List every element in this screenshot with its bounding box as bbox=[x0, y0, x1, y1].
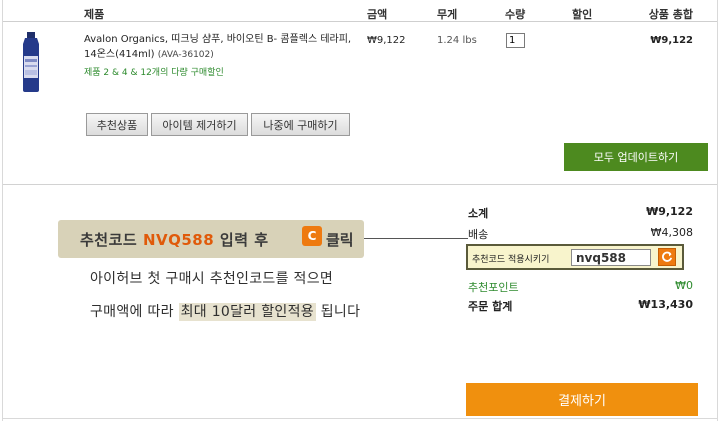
shampoo-bottle-icon[interactable] bbox=[20, 32, 42, 92]
remove-item-button[interactable]: 아이템 제거하기 bbox=[151, 113, 248, 136]
subtotal-label: 소계 bbox=[468, 207, 489, 220]
refresh-icon[interactable] bbox=[658, 248, 676, 266]
banner-highlight: 최대 10달러 할인적용 bbox=[178, 303, 316, 321]
order-total-value: ₩13,430 bbox=[638, 298, 693, 311]
save-for-later-button[interactable]: 나중에 구매하기 bbox=[251, 113, 350, 136]
checkout-button[interactable]: 결제하기 bbox=[466, 383, 698, 416]
frame-right-border bbox=[717, 0, 718, 421]
header-item-total: 상품 총합 bbox=[648, 8, 693, 21]
header-divider bbox=[3, 21, 717, 22]
header-weight: 무게 bbox=[437, 8, 458, 21]
banner-line-3: 구매액에 따라 최대 10달러 할인적용 됩니다 bbox=[90, 303, 361, 321]
shipping-label: 배송 bbox=[468, 228, 489, 241]
item-total: ₩9,122 bbox=[650, 35, 693, 46]
section-divider bbox=[3, 184, 717, 185]
frame-left-border bbox=[2, 0, 3, 421]
shipping-value: ₩4,308 bbox=[650, 226, 693, 239]
recommend-code-label: 추천코드 적용시키기 bbox=[472, 255, 550, 265]
banner-click-text: 클릭 bbox=[326, 231, 354, 249]
subtotal-value: ₩9,122 bbox=[646, 205, 693, 218]
product-name-link[interactable]: Avalon Organics, 띠크닝 샴푸, 바이오틴 B- 콤플렉스 테라… bbox=[84, 32, 354, 63]
quantity-input[interactable] bbox=[506, 33, 525, 48]
recommend-code-input[interactable] bbox=[571, 249, 651, 266]
update-all-button[interactable]: 모두 업데이트하기 bbox=[564, 143, 708, 171]
product-sku: (AVA-36102) bbox=[157, 50, 214, 60]
points-value: ₩0 bbox=[675, 279, 693, 292]
connector-line bbox=[364, 238, 468, 239]
item-weight: 1.24 lbs bbox=[437, 35, 477, 46]
banner-line-1: 추천코드 NVQ588 입력 후 bbox=[80, 231, 269, 249]
header-quantity: 수량 bbox=[505, 8, 526, 21]
header-product: 제품 bbox=[84, 8, 105, 21]
c-apply-icon: C bbox=[302, 226, 322, 246]
banner-line-2: 아이허브 첫 구매시 추천인코드를 적으면 bbox=[90, 271, 334, 287]
points-label[interactable]: 추천포인트 bbox=[468, 279, 519, 295]
frame-bottom-border bbox=[2, 418, 718, 419]
banner-code: NVQ588 bbox=[142, 231, 215, 249]
recommend-button[interactable]: 추천상품 bbox=[86, 113, 148, 136]
product-promo-link[interactable]: 제품 2 & 4 & 12개의 다량 구매할인 bbox=[84, 65, 224, 78]
header-price: 금액 bbox=[367, 8, 388, 21]
order-total-label: 주문 합계 bbox=[468, 300, 513, 313]
item-price: ₩9,122 bbox=[367, 35, 406, 46]
header-discount: 할인 bbox=[572, 8, 593, 21]
